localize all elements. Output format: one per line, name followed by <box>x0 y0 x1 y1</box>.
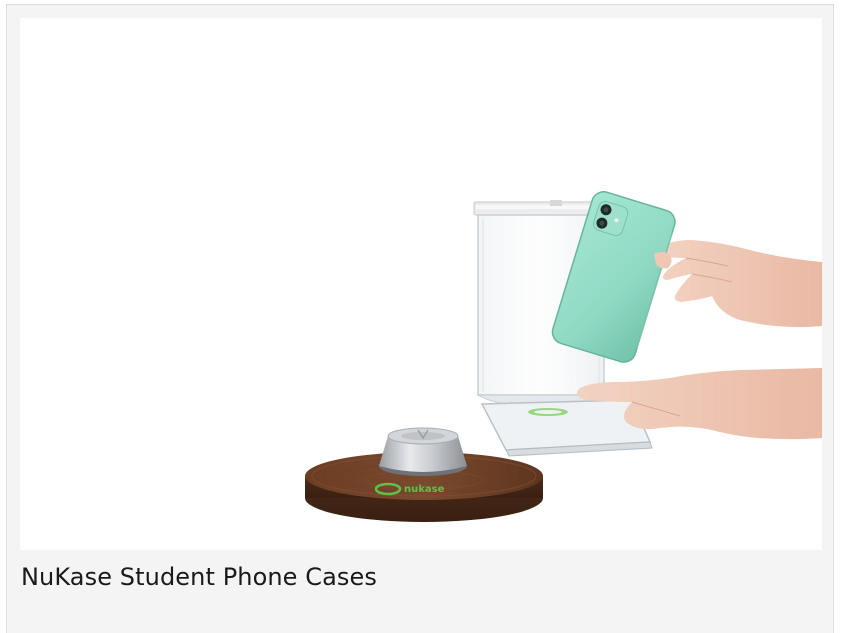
svg-text:nukase: nukase <box>404 484 445 495</box>
upper-hand <box>656 240 822 328</box>
product-caption[interactable]: NuKase Student Phone Cases <box>21 563 377 591</box>
metal-magnet <box>379 427 467 476</box>
product-image[interactable]: nukase <box>20 18 822 550</box>
product-card[interactable]: nukase NuKase Student Phone Cases <box>6 4 834 633</box>
